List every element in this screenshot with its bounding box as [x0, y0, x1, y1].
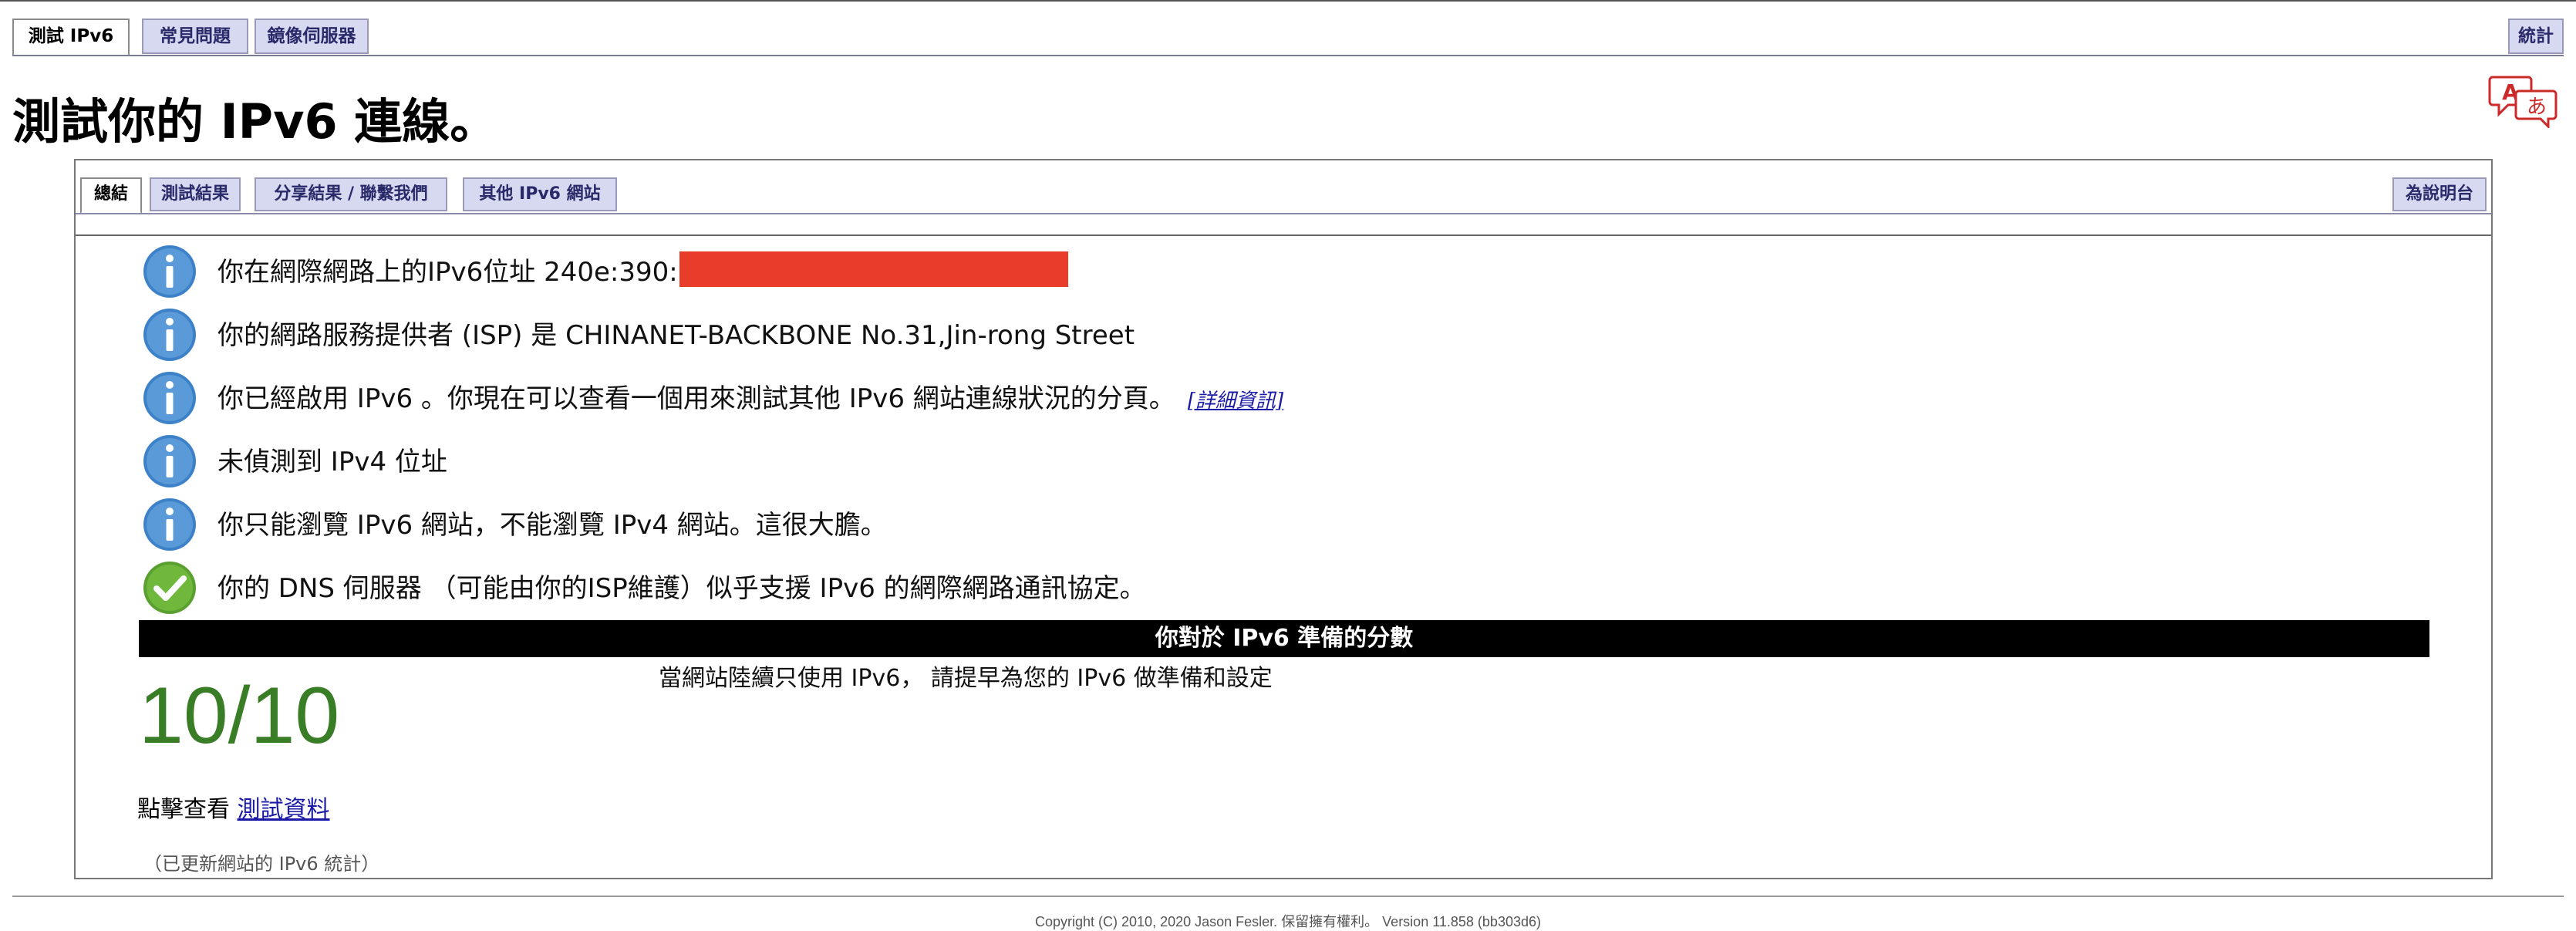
page-title: 測試你的 IPv6 連線。 — [12, 93, 498, 150]
check-icon — [143, 562, 196, 614]
tab-mirrors[interactable]: 鏡像伺服器 — [255, 19, 369, 54]
top-nav: 測試 IPv6 常見問題 鏡像伺服器 統計 — [12, 19, 2564, 56]
language-translate-icon[interactable]: A あ — [2488, 71, 2559, 128]
redacted-address — [679, 251, 1068, 287]
tab-stats[interactable]: 統計 — [2508, 19, 2564, 54]
info-icon — [143, 435, 196, 487]
test-data-link[interactable]: 測試資料 — [238, 796, 330, 823]
info-icon — [143, 498, 196, 551]
svg-text:あ: あ — [2527, 96, 2547, 119]
summary-text: 你在網際網路上的IPv6位址 240e:390: — [217, 244, 1068, 301]
nav-divider — [12, 55, 2564, 56]
footer-copyright: Copyright (C) 2010, 2020 Jason Fesler. 保… — [1035, 914, 1541, 929]
tab-other-ipv6-sites[interactable]: 其他 IPv6 網站 — [463, 177, 617, 211]
tab-faq[interactable]: 常見問題 — [142, 19, 248, 54]
panel-content-divider — [76, 234, 2491, 236]
score-value: 10/10 — [139, 671, 340, 761]
summary-text: 你已經啟用 IPv6 。你現在可以查看一個用來測試其他 IPv6 網站連線狀況的… — [217, 383, 1284, 414]
summary-text: 你只能瀏覽 IPv6 網站，不能瀏覽 IPv4 網站。這很大膽。 — [217, 510, 887, 541]
more-info: 點擊查看 測試資料 — [137, 796, 330, 823]
summary-text: 你的 DNS 伺服器 （可能由你的ISP維護）似乎支援 IPv6 的網際網路通訊… — [217, 573, 1146, 604]
score-header: 你對於 IPv6 準備的分數 — [139, 620, 2429, 657]
top-border — [0, 0, 2576, 2]
tab-test-results[interactable]: 測試結果 — [150, 177, 241, 211]
tab-test-ipv6[interactable]: 測試 IPv6 — [12, 19, 130, 56]
info-icon — [143, 245, 196, 298]
summary-text: 未偵測到 IPv4 位址 — [217, 447, 447, 477]
score-description: 當網站陸續只使用 IPv6， 請提早為您的 IPv6 做準備和設定 — [659, 665, 1273, 692]
footer-divider — [12, 896, 2564, 897]
tab-helpdesk[interactable]: 為說明台 — [2392, 177, 2487, 211]
updated-note: （已更新網站的 IPv6 統計） — [143, 853, 380, 875]
summary-text: 你的網路服務提供者 (ISP) 是 CHINANET-BACKBONE No.3… — [217, 320, 1135, 351]
tab-summary[interactable]: 總結 — [80, 177, 142, 214]
details-link[interactable]: [詳細資訊] — [1188, 390, 1283, 413]
info-icon — [143, 309, 196, 361]
tab-share-contact[interactable]: 分享結果 / 聯繫我們 — [255, 177, 447, 211]
panel-tab-divider — [76, 213, 2491, 214]
info-icon — [143, 372, 196, 424]
summary-panel: 總結 測試結果 分享結果 / 聯繫我們 其他 IPv6 網站 為說明台 你在網際… — [74, 159, 2493, 879]
